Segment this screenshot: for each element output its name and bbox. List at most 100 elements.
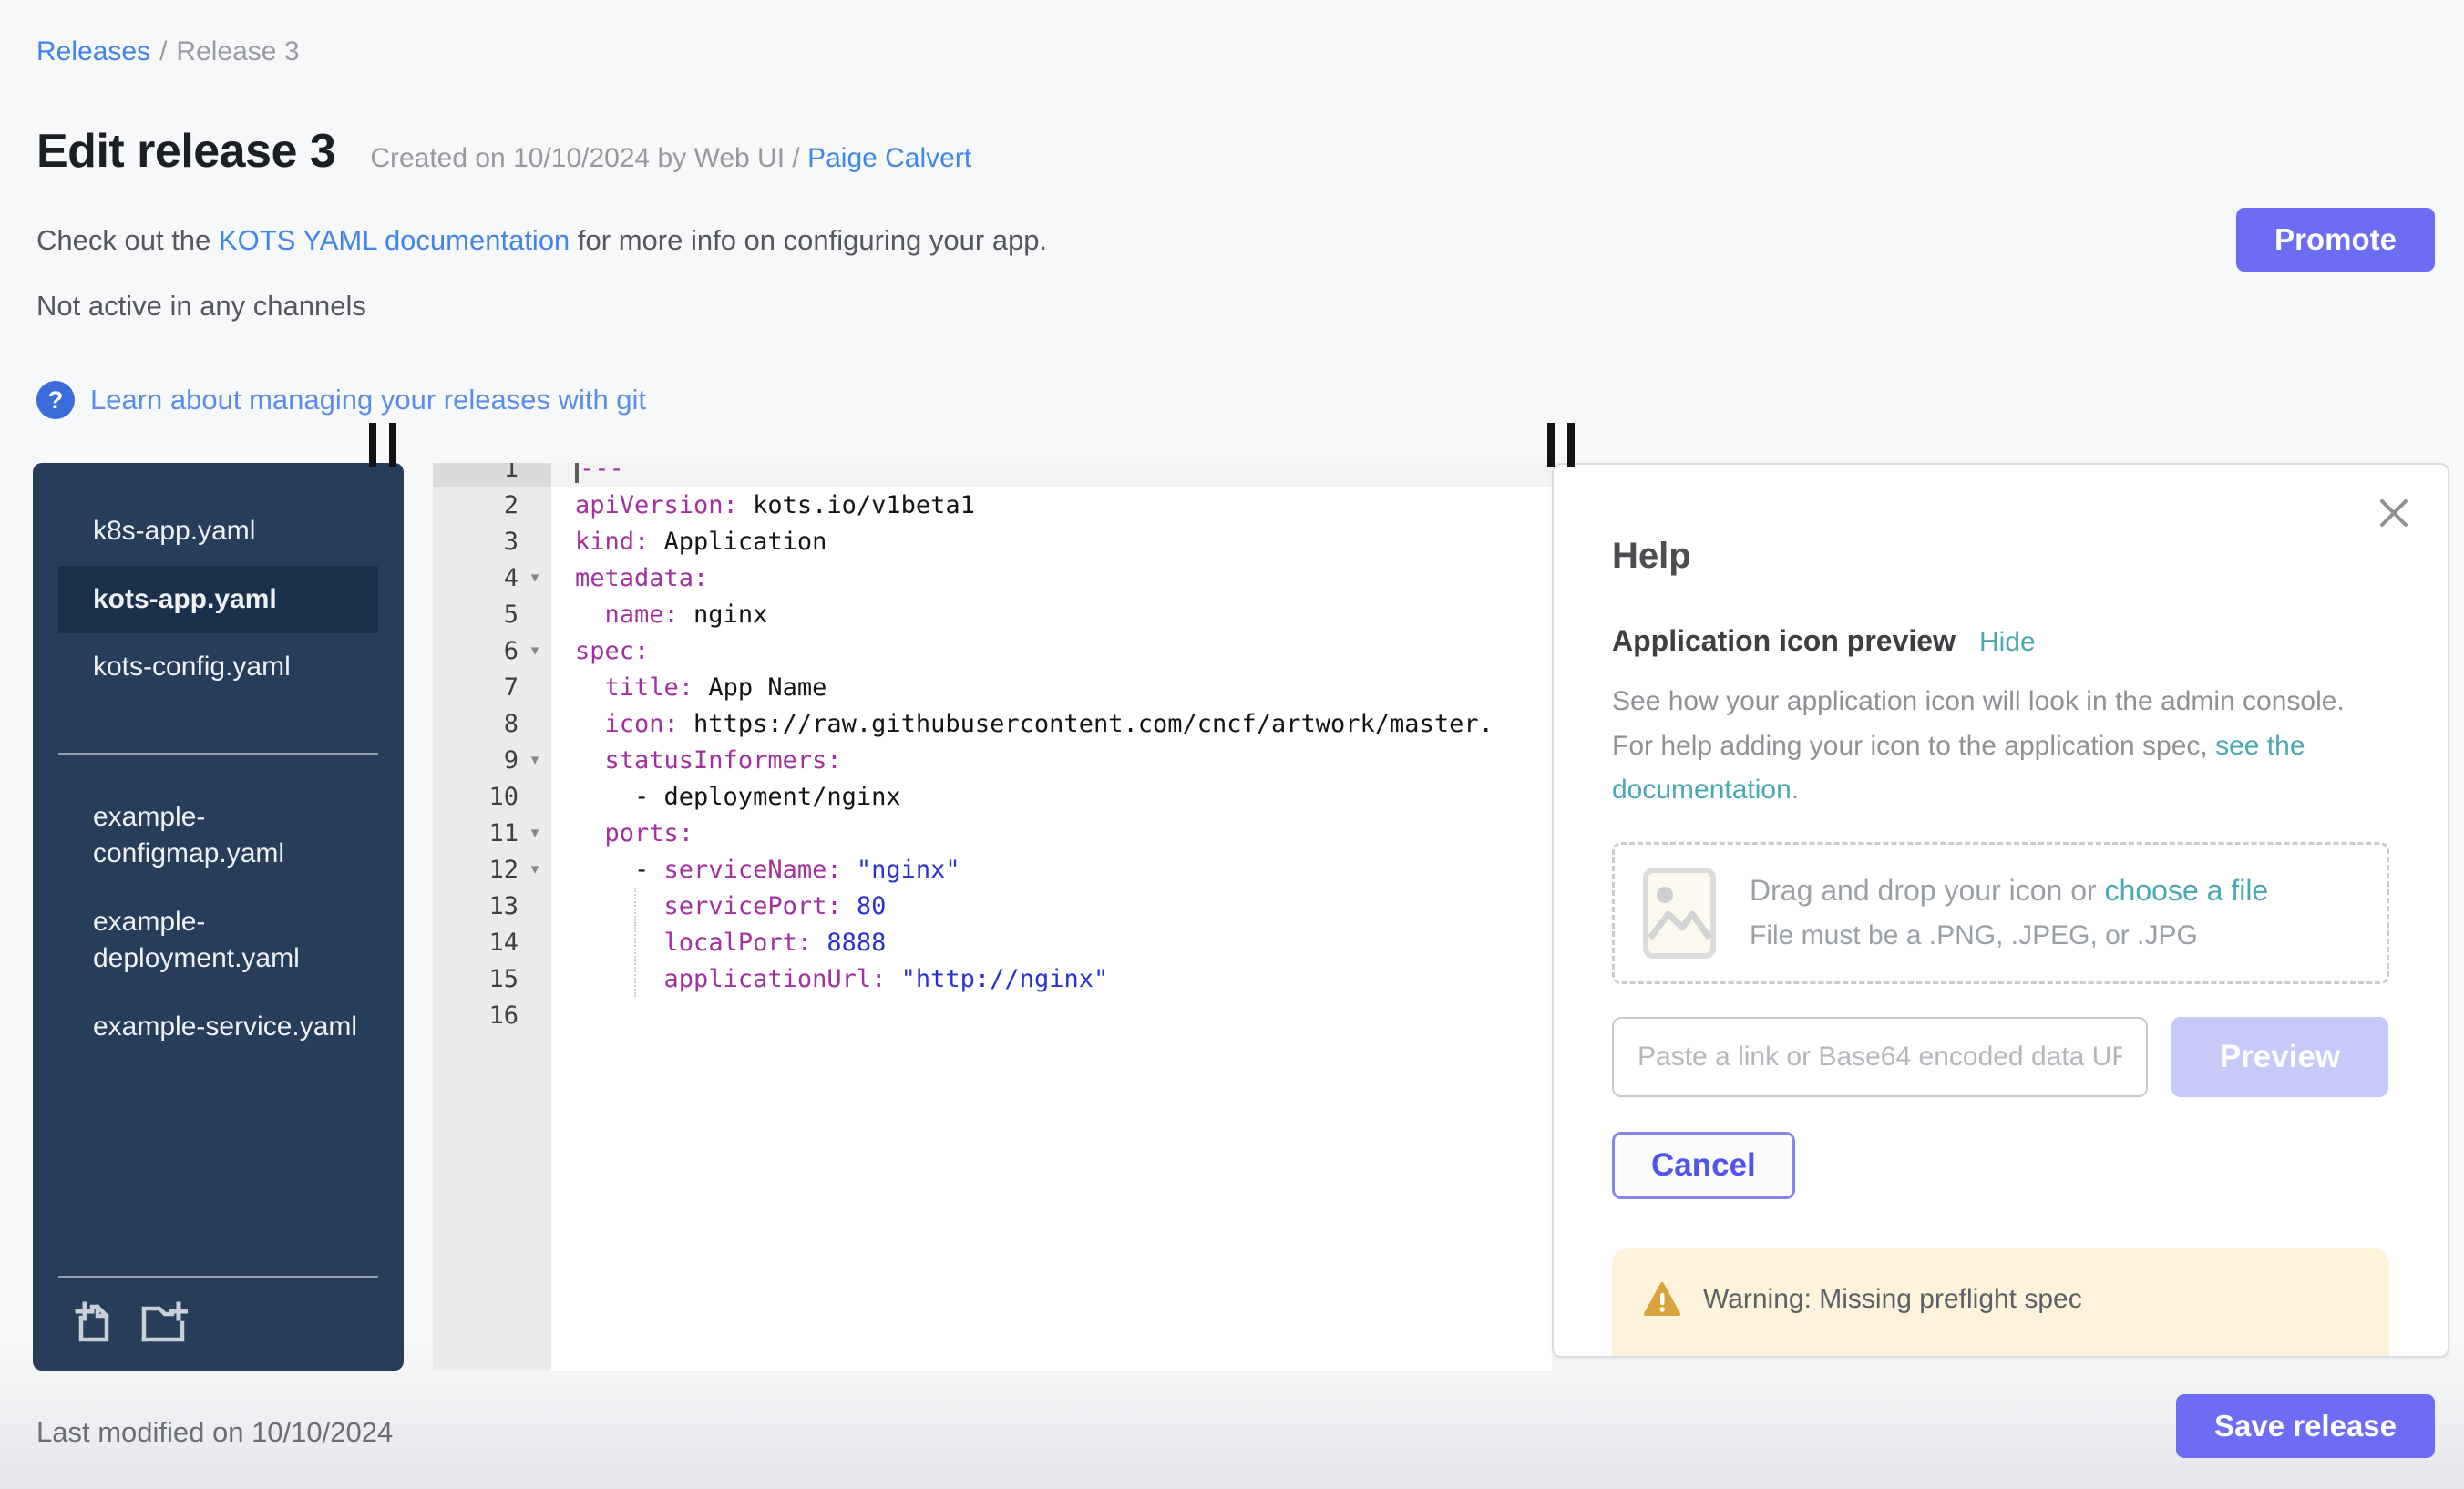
code-text: spec: xyxy=(551,632,1552,669)
code-line-1[interactable]: 1 --- xyxy=(433,463,1552,487)
channel-status: Not active in any channels xyxy=(36,290,366,323)
gutter-cell: 14 xyxy=(433,924,551,960)
line-number: 12 xyxy=(433,856,518,884)
icon-url-input[interactable] xyxy=(1612,1017,2148,1097)
code-text: ports: xyxy=(551,815,1552,851)
learn-how-to-configure-link[interactable]: Learn how to configure xyxy=(1989,1356,2292,1358)
code-text: statusInformers: xyxy=(551,742,1552,778)
line-number: 8 xyxy=(433,710,518,738)
code-text: applicationUrl: "http://nginx" xyxy=(551,960,1552,997)
line-number: 13 xyxy=(433,892,518,920)
dropzone-file-types: File must be a .PNG, .JPEG, or .JPG xyxy=(1750,920,2268,951)
code-text: - serviceName: "nginx" xyxy=(551,851,1552,888)
line-number: 2 xyxy=(433,491,518,519)
learn-releases-link[interactable]: Learn about managing your releases with … xyxy=(90,384,646,416)
sidebar-file-list-top: k8s-app.yaml kots-app.yaml kots-config.yam… xyxy=(33,498,404,702)
file-label: example-deployment.yaml xyxy=(93,904,366,978)
code-line-15[interactable]: 15 applicationUrl: "http://nginx" xyxy=(433,960,1552,997)
file-label: kots-app.yaml xyxy=(93,581,277,619)
code-text: --- xyxy=(551,463,1552,487)
file-label: example-service.yaml xyxy=(93,1009,357,1046)
code-line-11[interactable]: 11▾ ports: xyxy=(433,815,1552,851)
text-cursor xyxy=(575,463,579,483)
code-line-6[interactable]: 6▾spec: xyxy=(433,632,1552,669)
line-number: 1 xyxy=(433,463,518,483)
gutter-cell: 10 xyxy=(433,778,551,815)
code-line-10[interactable]: 10 - deployment/nginx xyxy=(433,778,1552,815)
icon-preview-description: See how your application icon will look … xyxy=(1612,680,2389,813)
icon-url-row: Preview xyxy=(1612,1017,2389,1097)
dropzone-text: Drag and drop your icon or choose a file… xyxy=(1750,874,2268,951)
created-author-link[interactable]: Paige Calvert xyxy=(807,143,971,173)
file-sidebar: k8s-app.yaml kots-app.yaml kots-config.yam… xyxy=(33,463,404,1371)
fold-arrow-icon[interactable]: ▾ xyxy=(518,824,551,842)
choose-file-link[interactable]: choose a file xyxy=(2105,874,2269,907)
created-text: Created on 10/10/2024 by Web UI / xyxy=(370,143,799,173)
gutter-cell: 11▾ xyxy=(433,815,551,851)
line-number: 11 xyxy=(433,819,518,847)
fold-arrow-icon[interactable]: ▾ xyxy=(518,860,551,878)
code-line-8[interactable]: 8 icon: https://raw.githubusercontent.co… xyxy=(433,705,1552,742)
gutter-cell: 16 xyxy=(433,997,551,1033)
sidebar-item-example-deployment.yaml[interactable]: example-deployment.yaml xyxy=(58,888,378,993)
kots-yaml-docs-link[interactable]: KOTS YAML documentation xyxy=(219,224,570,256)
save-release-button[interactable]: Save release xyxy=(2176,1394,2435,1458)
close-icon[interactable] xyxy=(2377,496,2411,530)
sidebar-item-kots-config.yaml[interactable]: kots-config.yaml xyxy=(58,633,378,702)
promote-button[interactable]: Promote xyxy=(2236,208,2435,272)
intro-line: Check out the KOTS YAML documentation fo… xyxy=(36,224,1047,257)
page-title: Edit release 3 xyxy=(36,124,335,179)
created-info: Created on 10/10/2024 by Web UI / Paige … xyxy=(370,143,971,174)
code-line-3[interactable]: 3kind: Application xyxy=(433,523,1552,560)
breadcrumb-releases-link[interactable]: Releases xyxy=(36,36,150,67)
cancel-button[interactable]: Cancel xyxy=(1612,1132,1795,1199)
sidebar-divider xyxy=(58,753,378,755)
breadcrumb: Releases/Release 3 xyxy=(36,36,300,67)
fold-arrow-icon[interactable]: ▾ xyxy=(518,642,551,660)
code-line-14[interactable]: 14 localPort: 8888 xyxy=(433,924,1552,960)
yaml-editor[interactable]: 1 --- 2 apiVersion: kots.io/v1beta13kind: A… xyxy=(433,463,1552,1371)
line-number: 5 xyxy=(433,601,518,629)
sidebar-item-example-service.yaml[interactable]: example-service.yaml xyxy=(58,993,378,1062)
code-line-2[interactable]: 2 apiVersion: kots.io/v1beta1 xyxy=(433,487,1552,523)
sidebar-actions xyxy=(33,1278,404,1352)
code-text: metadata: xyxy=(551,560,1552,596)
sidebar-item-kots-app.yaml[interactable]: kots-app.yaml xyxy=(58,566,378,634)
hide-link[interactable]: Hide xyxy=(1979,627,2036,658)
icon-preview-title: Application icon preview xyxy=(1612,624,1956,658)
line-number: 6 xyxy=(433,637,518,665)
fold-arrow-icon[interactable]: ▾ xyxy=(518,569,551,587)
sidebar-item-k8s-app.yaml[interactable]: k8s-app.yaml xyxy=(58,498,378,566)
intro-post: for more info on configuring your app. xyxy=(570,224,1047,256)
gutter-cell: 12▾ xyxy=(433,851,551,888)
question-circle-icon[interactable]: ? xyxy=(36,381,75,419)
gutter-cell: 5 xyxy=(433,596,551,632)
code-line-7[interactable]: 7 title: App Name xyxy=(433,669,1552,705)
code-line-9[interactable]: 9▾ statusInformers: xyxy=(433,742,1552,778)
description-suffix: . xyxy=(1792,775,1799,805)
code-line-12[interactable]: 12▾ - serviceName: "nginx" xyxy=(433,851,1552,888)
icon-preview-section-header: Application icon preview Hide xyxy=(1612,624,2389,658)
fold-arrow-icon[interactable]: ▾ xyxy=(518,751,551,769)
sidebar-bottom xyxy=(33,1258,404,1352)
gutter-cell: 4▾ xyxy=(433,560,551,596)
breadcrumb-current: Release 3 xyxy=(176,36,299,67)
gutter-cell: 15 xyxy=(433,960,551,997)
gutter-cell: 9▾ xyxy=(433,742,551,778)
add-folder-icon[interactable] xyxy=(139,1299,188,1343)
code-line-4[interactable]: 4▾metadata: xyxy=(433,560,1552,596)
line-number: 9 xyxy=(433,746,518,775)
add-file-icon[interactable] xyxy=(73,1299,115,1343)
preflight-warning-box: Warning: Missing preflight spec Warning … xyxy=(1612,1248,2389,1358)
code-line-16[interactable]: 16 xyxy=(433,997,1552,1033)
code-text: apiVersion: kots.io/v1beta1 xyxy=(551,487,1552,523)
sidebar-resize-handle[interactable] xyxy=(369,423,396,467)
preview-button[interactable]: Preview xyxy=(2171,1017,2388,1097)
sidebar-item-example-configmap.yaml[interactable]: example-configmap.yaml xyxy=(58,784,378,888)
help-resize-handle[interactable] xyxy=(1547,423,1575,467)
icon-dropzone[interactable]: Drag and drop your icon or choose a file… xyxy=(1612,842,2389,984)
line-number: 7 xyxy=(433,673,518,702)
code-line-13[interactable]: 13 servicePort: 80 xyxy=(433,888,1552,924)
code-line-5[interactable]: 5 name: nginx xyxy=(433,596,1552,632)
code-text: servicePort: 80 xyxy=(551,888,1552,924)
